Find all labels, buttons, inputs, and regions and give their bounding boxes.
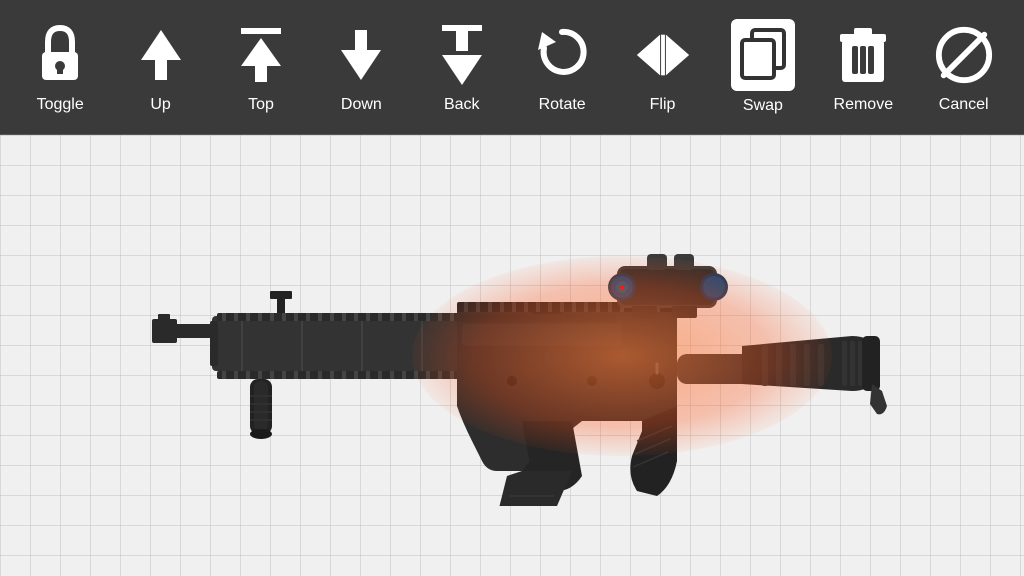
toolbar-flip[interactable]: Flip — [623, 20, 703, 114]
gun-container — [102, 206, 922, 506]
toolbar-swap[interactable]: Swap — [723, 19, 803, 115]
cancel-icon — [934, 24, 994, 86]
cancel-icon-wrap — [934, 20, 994, 90]
lock-icon — [34, 24, 86, 86]
swap-icon-wrap — [731, 19, 795, 91]
toolbar-remove[interactable]: Remove — [823, 20, 903, 114]
toolbar-rotate[interactable]: Rotate — [522, 20, 602, 114]
back-label: Back — [444, 96, 480, 114]
toggle-label: Toggle — [37, 96, 84, 114]
up-icon — [135, 24, 187, 86]
rotate-icon — [534, 24, 590, 86]
remove-label: Remove — [834, 96, 894, 114]
top-icon — [235, 24, 287, 86]
toggle-icon-wrap — [30, 20, 90, 90]
swap-label: Swap — [743, 97, 783, 115]
rotate-icon-wrap — [532, 20, 592, 90]
swap-icon — [738, 26, 788, 84]
toolbar-toggle[interactable]: Toggle — [20, 20, 100, 114]
gun-illustration — [102, 206, 922, 506]
toolbar-back[interactable]: Back — [422, 20, 502, 114]
toolbar: Toggle Up Top Down — [0, 0, 1024, 135]
up-label: Up — [150, 96, 170, 114]
flip-icon — [633, 24, 693, 86]
top-label: Top — [248, 96, 274, 114]
toolbar-top[interactable]: Top — [221, 20, 301, 114]
back-icon — [436, 21, 488, 89]
canvas-area[interactable] — [0, 135, 1024, 576]
flip-label: Flip — [650, 96, 676, 114]
down-icon-wrap — [331, 20, 391, 90]
top-icon-wrap — [231, 20, 291, 90]
trash-icon — [836, 24, 890, 86]
down-label: Down — [341, 96, 382, 114]
up-icon-wrap — [131, 20, 191, 90]
down-icon — [335, 24, 387, 86]
back-icon-wrap — [432, 20, 492, 90]
rotate-label: Rotate — [539, 96, 586, 114]
toolbar-cancel[interactable]: Cancel — [924, 20, 1004, 114]
cancel-label: Cancel — [939, 96, 989, 114]
flip-icon-wrap — [633, 20, 693, 90]
toolbar-up[interactable]: Up — [121, 20, 201, 114]
remove-icon-wrap — [833, 20, 893, 90]
toolbar-down[interactable]: Down — [321, 20, 401, 114]
